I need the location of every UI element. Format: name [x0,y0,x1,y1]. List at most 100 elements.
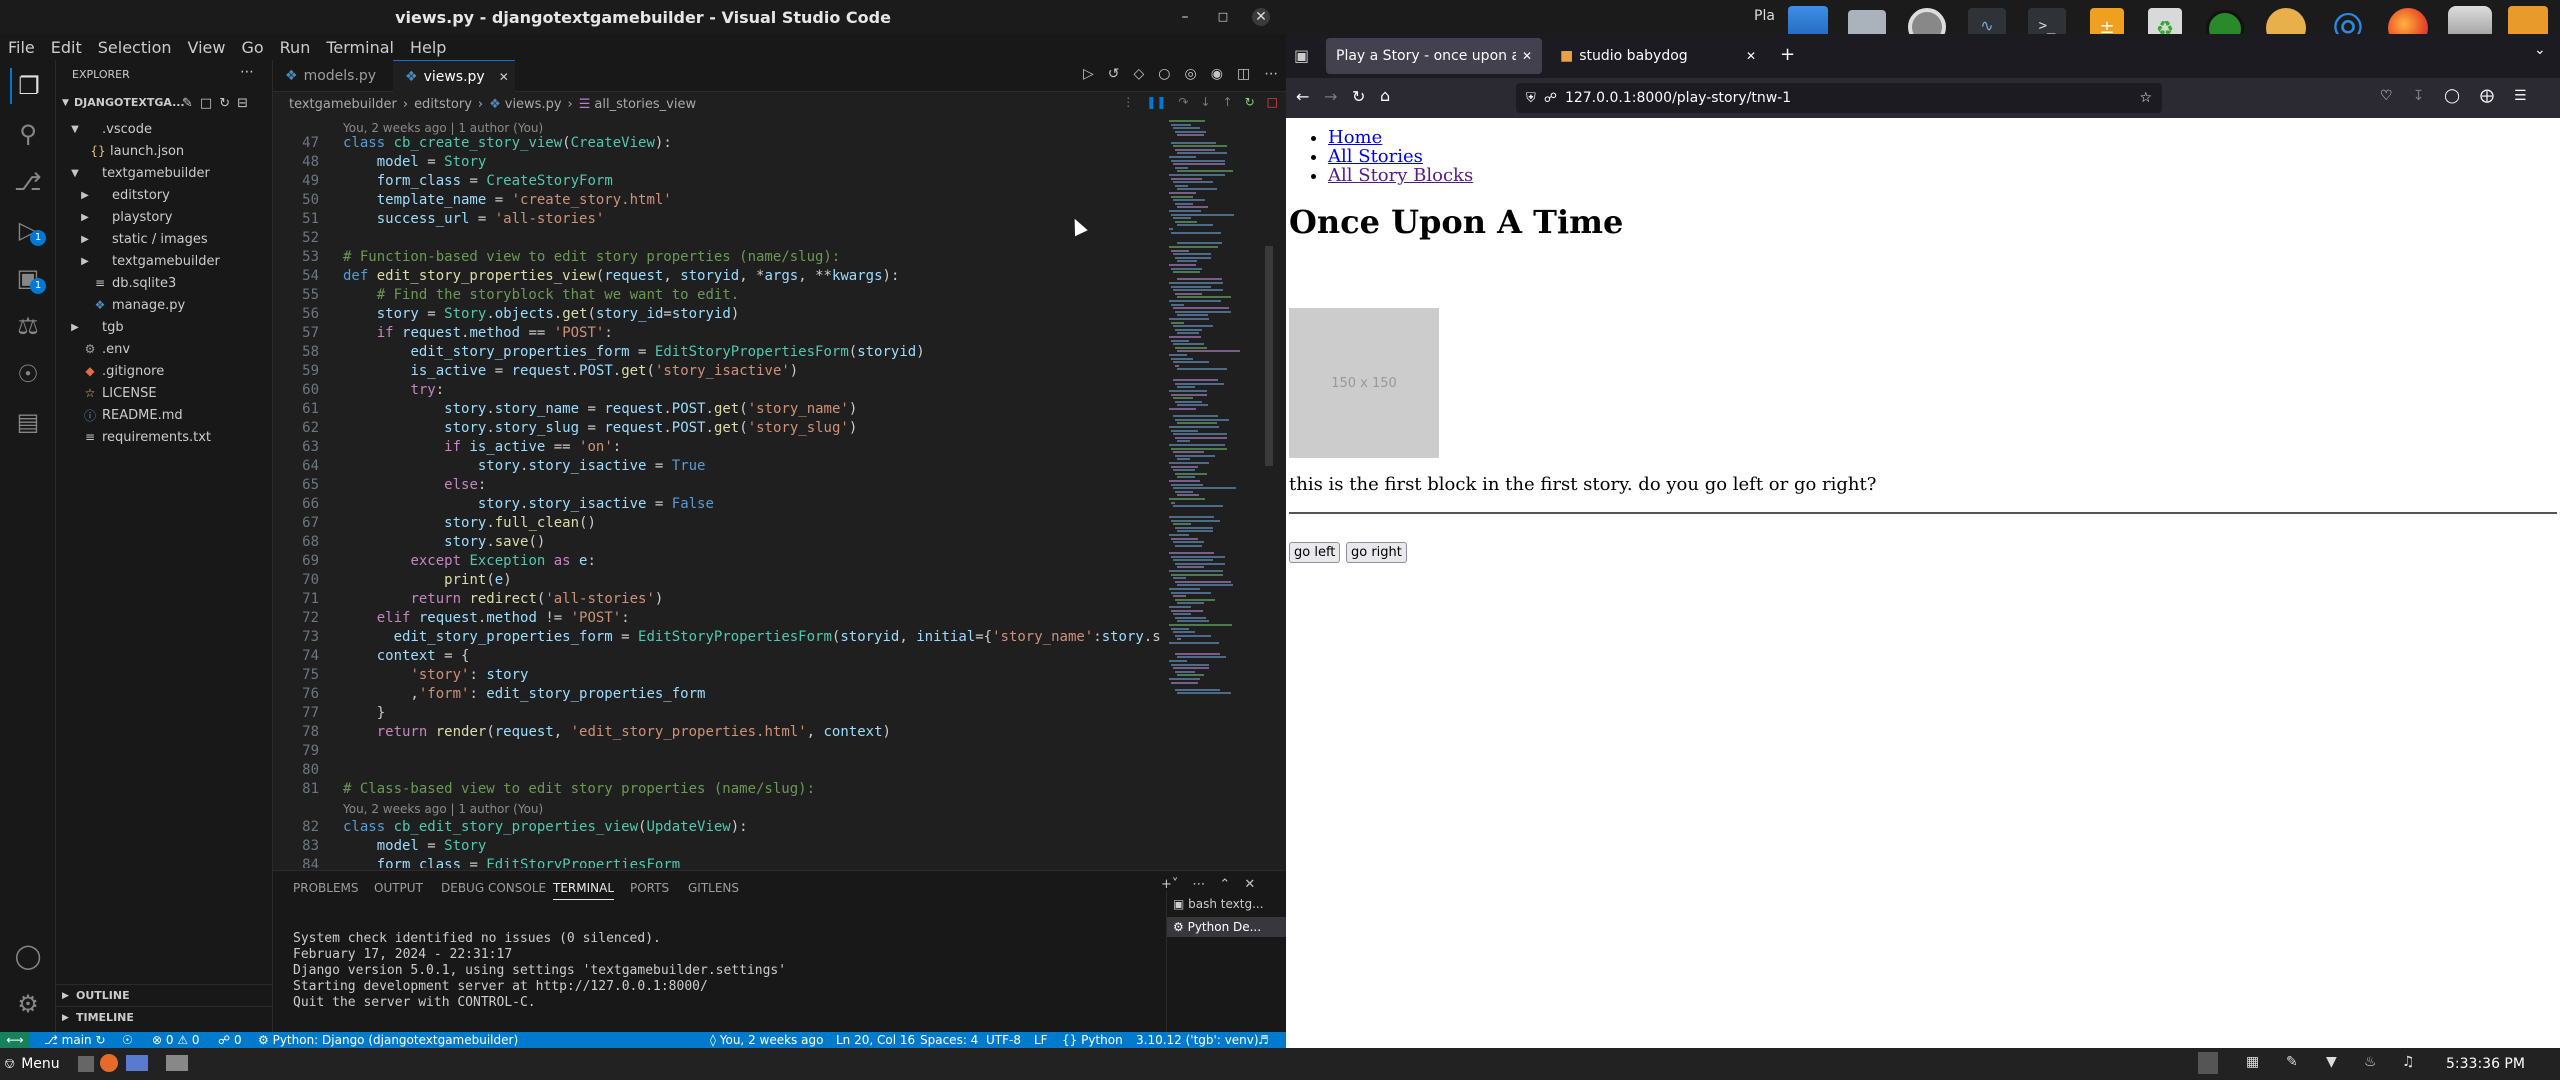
downloads-icon[interactable]: ↧ [2413,88,2425,104]
language-mode[interactable]: {} Python [1062,1032,1123,1048]
interpreter-status[interactable]: ⚙ Python: Django (djangotextgamebuilder) [258,1032,518,1048]
encoding[interactable]: UTF-8 [986,1032,1021,1048]
pause-icon[interactable]: ❚❚ [1146,95,1166,109]
battery-indicator-icon[interactable] [2198,1052,2218,1074]
tab-ports[interactable]: PORTS [630,881,669,895]
firefox-taskbar-icon[interactable] [100,1054,118,1072]
show-desktop-icon[interactable] [78,1056,94,1072]
code-line[interactable]: is_active = request.POST.get('story_isac… [343,363,798,379]
tree-item-tgb[interactable]: ▶ tgb [56,316,272,338]
tree-item-static-images[interactable]: ▶ static / images [56,228,272,250]
code-line[interactable]: elif request.method != 'POST': [343,610,630,626]
remote-icon[interactable]: ⟷ [0,1032,30,1048]
python-version[interactable]: 3.10.12 ('tgb': venv) [1136,1032,1259,1048]
tab-models-py[interactable]: ❖ models.py [273,60,393,92]
files-taskbar-icon[interactable] [166,1055,188,1071]
code-line[interactable]: return redirect('all-stories') [343,591,663,607]
new-folder-icon[interactable]: □ [200,96,212,111]
breadcrumb-item[interactable]: textgamebuilder [289,97,397,112]
code-line[interactable]: print(e) [343,572,511,588]
code-line[interactable]: story.story_isactive = True [343,458,706,474]
notifications-icon[interactable]: ♬ [1258,1032,1269,1048]
explorer-icon[interactable]: ❐ [10,68,46,104]
code-line[interactable]: form_class = EditStoryPropertiesForm [343,857,680,868]
maximize-icon[interactable]: □ [1214,8,1232,26]
minimize-icon[interactable]: – [1176,8,1194,26]
restart-icon[interactable]: ↻ [1245,95,1255,109]
go-left-button[interactable]: go left [1289,542,1341,563]
url-bar[interactable]: ⛨ ☍ 127.0.0.1:8000/play-story/tnw-1 ☆ [1516,83,2162,113]
code-line[interactable]: } [343,705,385,721]
outline-section[interactable]: ▶ OUTLINE [56,984,272,1006]
collapse-all-icon[interactable]: ⊟ [237,96,248,111]
code-line[interactable]: if request.method == 'POST': [343,325,613,341]
workspace-root[interactable]: ▼ DJANGOTEXTGA... [62,96,185,109]
new-file-icon[interactable]: ✎ [182,96,193,111]
menu-run[interactable]: Run [272,38,319,57]
run-debug-icon[interactable]: ▷ 1 [10,212,46,248]
forward-icon[interactable]: → [1324,87,1337,106]
code-line[interactable]: ,'form': edit_story_properties_form [343,686,705,702]
code-line[interactable]: model = Story [343,838,487,854]
close-window-icon[interactable]: ✕ [1252,8,1270,26]
git-compare-icon[interactable]: ○ [1158,66,1170,82]
breadcrumb-item[interactable]: all_stories_view [594,97,696,112]
close-tab-icon[interactable]: ✕ [499,70,509,84]
account-icon[interactable]: ◯ [10,938,46,974]
tab-list-icon[interactable]: ▣ [1294,46,1309,65]
code-line[interactable]: story.full_clean() [343,515,596,531]
tree-item-gitignore[interactable]: ◆ .gitignore [56,360,272,382]
terminal-taskbar-icon[interactable] [126,1055,148,1071]
code-editor[interactable]: You, 2 weeks ago | 1 author (You) 47 48 … [273,116,1163,868]
more-actions-icon[interactable]: ⋯ [240,64,254,80]
menu-edit[interactable]: Edit [43,38,90,57]
tab-problems[interactable]: PROBLEMS [293,881,359,895]
tab-gitlens[interactable]: GITLENS [688,881,739,895]
new-terminal-icon[interactable]: +˅ [1161,877,1178,892]
clock[interactable]: 5:33:36 PM [2446,1056,2525,1072]
editor-scrollbar[interactable] [1265,246,1273,466]
close-tab-icon[interactable]: ✕ [1522,49,1532,63]
tab-views-py[interactable]: ❖ views.py ✕ [393,60,515,92]
code-line[interactable]: class cb_create_story_view(CreateView): [343,135,672,151]
tab-terminal[interactable]: TERMINAL [553,881,615,900]
tree-item-manage-py[interactable]: ❖ manage.py [56,294,272,316]
account-icon[interactable]: ◯ [2444,88,2460,104]
tab-output[interactable]: OUTPUT [374,881,423,895]
code-line[interactable]: success_url = 'all-stories' [343,211,605,227]
code-line[interactable]: model = Story [343,154,487,170]
reload-icon[interactable]: ↻ [1352,87,1365,106]
tree-item-playstory[interactable]: ▶ playstory [56,206,272,228]
manage-gear-icon[interactable]: ⚙ [10,986,46,1022]
close-tab-icon[interactable]: ✕ [1746,49,1756,63]
open-changes-icon[interactable]: ◉ [1211,66,1223,82]
maximize-panel-icon[interactable]: ⌃ [1219,877,1230,892]
breadcrumb-item[interactable]: editstory [414,97,472,112]
tree-item-db-sqlite3[interactable]: ≡ db.sqlite3 [56,272,272,294]
indentation[interactable]: Spaces: 4 [920,1032,978,1048]
close-panel-icon[interactable]: ✕ [1244,877,1255,892]
tree-item-readme[interactable]: ⓘ README.md [56,404,272,426]
code-line[interactable]: edit_story_properties_form = EditStoryPr… [343,629,1161,645]
terminal-item-python[interactable]: ⚙ Python De... [1167,917,1287,937]
tree-item-launch-json[interactable]: {} launch.json [56,140,272,162]
code-line[interactable]: story.story_name = request.POST.get('sto… [343,401,857,417]
blame-status[interactable]: ◊ You, 2 weeks ago [710,1032,823,1048]
notification-bell-icon[interactable]: ♨ [2364,1054,2377,1070]
pocket-icon[interactable]: ♡ [2380,88,2393,104]
stop-icon[interactable]: □ [1267,95,1278,109]
step-into-icon[interactable]: ↓ [1200,95,1210,109]
home-icon[interactable]: ⌂ [1380,86,1390,105]
refresh-icon[interactable]: ↻ [219,96,230,111]
extensions-icon[interactable]: ▣ 1 [10,260,46,296]
remote-explorer-icon[interactable]: ▤ [10,404,46,440]
start-menu-button[interactable]: ⎊ Menu [4,1056,60,1072]
code-line[interactable]: # Find the storyblock that we want to ed… [343,287,739,303]
clipboard-icon[interactable]: ✎ [2286,1054,2298,1070]
source-control-icon[interactable]: ⎇ [10,164,46,200]
tree-item-license[interactable]: ☆ LICENSE [56,382,272,404]
link-all-story-blocks[interactable]: All Story Blocks [1328,165,1473,186]
tab-debug-console[interactable]: DEBUG CONSOLE [441,881,546,895]
wifi-icon[interactable]: ▼ [2326,1054,2337,1070]
tree-item-requirements[interactable]: ≡ requirements.txt [56,426,272,448]
